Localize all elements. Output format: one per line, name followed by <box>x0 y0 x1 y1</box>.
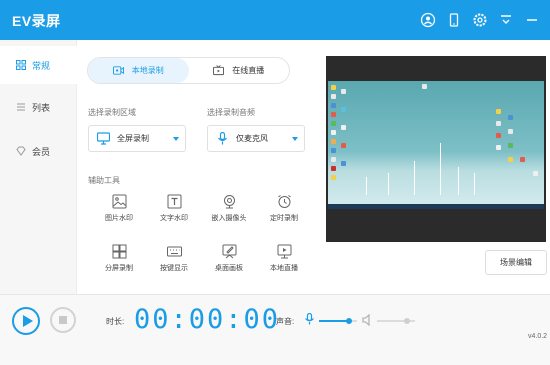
menu-icon[interactable] <box>498 12 514 28</box>
speaker-volume-knob[interactable] <box>404 318 410 324</box>
bottom-bar: 时长: 00:00:00 声音: v4.0.2 <box>0 294 550 365</box>
alarm-icon <box>277 195 291 208</box>
region-dropdown[interactable]: 全屏录制 <box>88 125 186 152</box>
microphone-icon[interactable] <box>304 313 315 325</box>
tool-local-live[interactable]: 本地直播 <box>256 244 312 284</box>
tool-label: 桌面画板 <box>215 265 243 272</box>
sidebar-item-label: 会员 <box>32 146 51 157</box>
tool-label: 嵌入摄像头 <box>211 215 247 222</box>
duration-label: 时长: <box>106 317 125 326</box>
audio-dropdown[interactable]: 仅麦克风 <box>207 125 305 152</box>
tool-label: 图片水印 <box>105 215 133 222</box>
grid-icon <box>16 60 26 70</box>
split-screen-icon <box>112 244 126 259</box>
tool-label: 按键显示 <box>160 265 188 272</box>
version-label: v4.0.2 <box>528 333 548 340</box>
microphone-icon <box>218 132 227 145</box>
desktop-thumbnail <box>328 81 544 209</box>
monitor-icon <box>97 132 110 145</box>
mic-volume-knob[interactable] <box>346 318 352 324</box>
pen-icon <box>222 244 236 259</box>
tool-label: 本地直播 <box>270 265 298 272</box>
mic-volume-slider[interactable] <box>319 318 357 324</box>
sidebar-item-general[interactable]: 常规 <box>0 46 77 84</box>
chevron-down-icon <box>292 137 298 141</box>
sidebar-item-label: 列表 <box>32 102 51 113</box>
keyboard-icon <box>166 246 182 257</box>
region-label: 选择录制区域 <box>88 108 136 117</box>
tool-key-display[interactable]: 按键显示 <box>146 244 202 284</box>
image-icon <box>112 194 126 209</box>
stop-record-button[interactable] <box>50 307 76 333</box>
minimize-icon[interactable] <box>524 12 540 28</box>
app-title: EV录屏 <box>12 13 61 29</box>
mode-tabs: 本地录制 在线直播 <box>87 57 290 84</box>
diamond-icon <box>16 146 26 156</box>
camera-icon <box>223 195 235 209</box>
tool-image-watermark[interactable]: 图片水印 <box>91 194 147 234</box>
tool-split-screen[interactable]: 分屏录制 <box>91 244 147 284</box>
sound-label: 声音: <box>276 317 295 326</box>
scene-edit-button[interactable]: 场景编辑 <box>485 250 547 275</box>
screen-preview <box>326 56 546 242</box>
taskbar <box>328 204 544 209</box>
sidebar-item-member[interactable]: 会员 <box>0 132 77 170</box>
sidebar-item-list[interactable]: 列表 <box>0 88 77 126</box>
tools-label: 辅助工具 <box>88 176 120 185</box>
tab-local-record[interactable]: 本地录制 <box>88 58 189 83</box>
tool-label: 定时录制 <box>270 215 298 222</box>
tab-label: 本地录制 <box>131 66 164 75</box>
sidebar-item-label: 常规 <box>32 60 51 71</box>
audio-label: 选择录制音频 <box>207 108 255 117</box>
tool-text-watermark[interactable]: 文字水印 <box>146 194 202 234</box>
speaker-icon[interactable] <box>362 314 373 326</box>
tool-label: 分屏录制 <box>105 265 133 272</box>
speaker-volume-fill <box>377 320 407 322</box>
tool-embed-camera[interactable]: 嵌入摄像头 <box>201 194 257 234</box>
tab-label: 在线直播 <box>232 66 265 75</box>
tab-live-stream[interactable]: 在线直播 <box>189 58 290 83</box>
user-icon[interactable] <box>420 12 436 28</box>
play-screen-icon <box>277 244 291 259</box>
text-icon <box>167 194 181 209</box>
settings-icon[interactable] <box>472 12 488 28</box>
tool-label: 文字水印 <box>160 215 188 222</box>
mic-volume-fill <box>319 320 349 322</box>
mobile-icon[interactable] <box>446 12 462 28</box>
list-icon <box>17 103 25 111</box>
duration-timer: 00:00:00 <box>134 304 281 335</box>
tv-icon <box>213 65 225 76</box>
tool-desktop-whiteboard[interactable]: 桌面画板 <box>201 244 257 284</box>
sidebar: 常规 列表 会员 <box>0 40 77 294</box>
record-icon <box>112 66 124 75</box>
title-bar: EV录屏 <box>0 0 550 40</box>
chevron-down-icon <box>173 137 179 141</box>
region-value: 全屏录制 <box>117 134 149 143</box>
start-record-button[interactable] <box>12 307 40 335</box>
tool-scheduled-record[interactable]: 定时录制 <box>256 194 312 234</box>
audio-value: 仅麦克风 <box>236 134 268 143</box>
speaker-volume-slider[interactable] <box>377 318 415 324</box>
